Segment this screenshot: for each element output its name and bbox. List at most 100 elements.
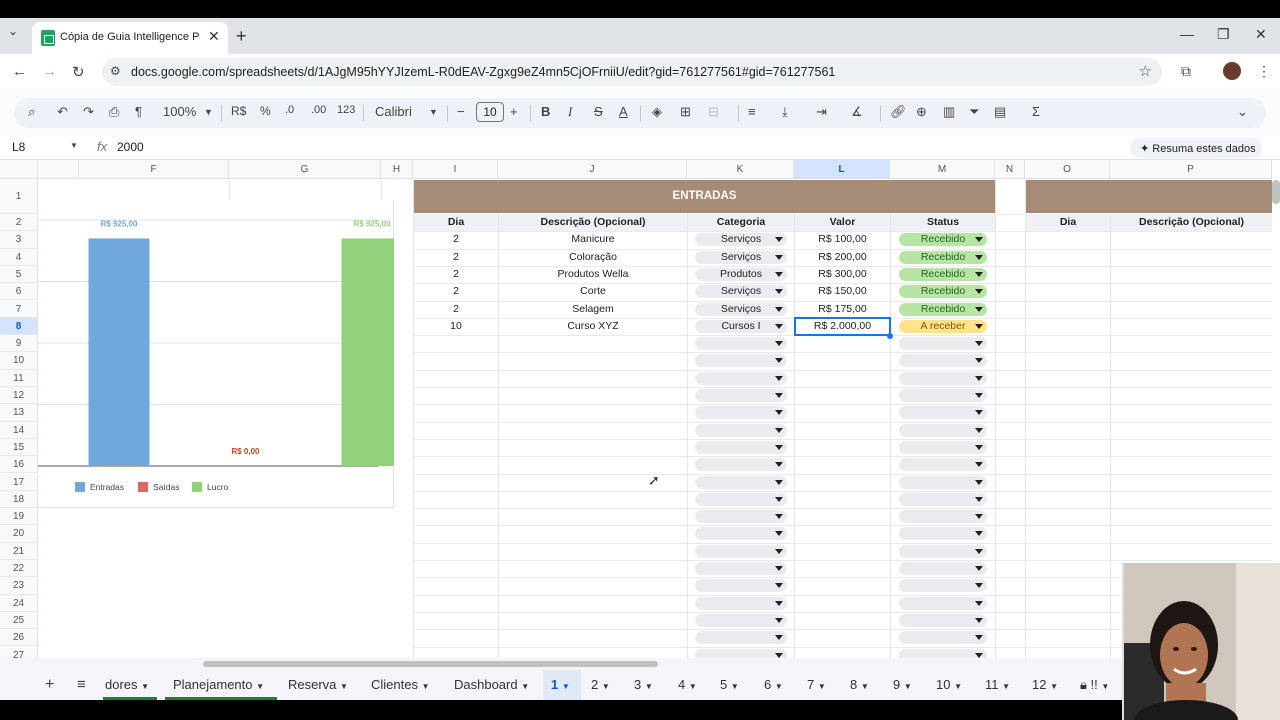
- categoria-dropdown[interactable]: [695, 389, 787, 402]
- categoria-dropdown[interactable]: Serviços: [695, 233, 787, 247]
- row-header[interactable]: 1: [0, 180, 38, 214]
- functions-icon[interactable]: Σ: [1032, 104, 1040, 119]
- chevron-down-icon[interactable]: ▼: [731, 682, 739, 691]
- name-box[interactable]: L8: [12, 140, 25, 154]
- chevron-down-icon[interactable]: ▼: [645, 682, 653, 691]
- fill-color-icon[interactable]: ◈: [652, 104, 662, 120]
- row-header[interactable]: 24: [0, 594, 38, 612]
- column-header[interactable]: I: [413, 160, 498, 179]
- column-header[interactable]: O: [1025, 160, 1110, 179]
- row-header[interactable]: 13: [0, 404, 38, 422]
- chevron-down-icon[interactable]: ▼: [1101, 682, 1109, 691]
- row-header[interactable]: 4: [0, 248, 38, 266]
- paint-format-icon[interactable]: ¶: [135, 104, 142, 119]
- row-header[interactable]: 15: [0, 438, 38, 457]
- sheet-tab[interactable]: 7 ▼: [799, 670, 837, 700]
- column-header-e[interactable]: [38, 160, 79, 179]
- chart-bar[interactable]: [341, 238, 403, 466]
- categoria-dropdown[interactable]: [695, 337, 787, 351]
- status-dropdown[interactable]: Recebido: [899, 267, 987, 281]
- sheet-tab[interactable]: 5 ▼: [712, 670, 750, 700]
- sheet-tab[interactable]: Clientes ▼: [363, 670, 441, 700]
- status-dropdown[interactable]: [899, 389, 987, 402]
- sheet-grid[interactable]: F G H I J K L M N O P 1 2 3 4 5 6 7 8 9 10 11 12 13 14 15 16 17 18 19…: [0, 160, 1280, 658]
- italic-button[interactable]: I: [568, 104, 572, 120]
- summarize-data-button[interactable]: ✦ Resuma estes dados: [1130, 138, 1262, 158]
- back-icon[interactable]: ←: [12, 63, 27, 80]
- restore-icon[interactable]: ❐: [1217, 26, 1230, 43]
- column-header[interactable]: M: [890, 160, 995, 179]
- chevron-down-icon[interactable]: ▼: [340, 682, 348, 691]
- sheet-tab[interactable]: 10 ▼: [928, 670, 972, 700]
- bold-button[interactable]: B: [541, 104, 550, 119]
- cell-dia[interactable]: 2: [414, 266, 498, 283]
- status-dropdown[interactable]: Recebido: [899, 233, 987, 247]
- insert-link-icon[interactable]: 🔗︎: [890, 104, 907, 120]
- percent-format-button[interactable]: %: [260, 104, 271, 118]
- status-dropdown[interactable]: Recebido: [899, 285, 987, 299]
- categoria-dropdown[interactable]: [695, 371, 787, 385]
- horizontal-align-icon[interactable]: ≡: [748, 104, 756, 119]
- more-formats-button[interactable]: 123: [337, 104, 355, 116]
- chevron-down-icon[interactable]: ▼: [602, 682, 610, 691]
- categoria-dropdown[interactable]: [695, 423, 787, 437]
- cell-dia[interactable]: 10: [414, 318, 498, 335]
- categoria-dropdown[interactable]: [695, 406, 787, 420]
- chevron-down-icon[interactable]: ▼: [954, 682, 962, 691]
- chevron-down-icon[interactable]: ▼: [689, 682, 697, 691]
- status-dropdown[interactable]: [899, 631, 987, 645]
- sheet-tab[interactable]: Dashboard ▼: [446, 670, 538, 700]
- categoria-dropdown[interactable]: [695, 527, 787, 541]
- sheet-tab[interactable]: 12 ▼: [1024, 670, 1068, 700]
- row-header[interactable]: 17: [0, 473, 38, 491]
- status-dropdown[interactable]: [899, 613, 987, 627]
- cell-descricao[interactable]: Coloração: [499, 249, 687, 266]
- cell-descricao[interactable]: Manicure: [499, 231, 687, 248]
- chevron-down-icon[interactable]: ▼: [904, 682, 912, 691]
- status-dropdown[interactable]: [899, 596, 987, 610]
- categoria-dropdown[interactable]: [695, 354, 787, 368]
- chevron-down-icon[interactable]: ▼: [562, 682, 570, 691]
- font-family-select[interactable]: Calibri: [375, 104, 412, 119]
- categoria-dropdown[interactable]: [695, 613, 787, 627]
- chevron-down-icon[interactable]: ▼: [422, 682, 430, 691]
- text-rotation-icon[interactable]: ∡: [851, 104, 863, 120]
- close-icon[interactable]: ✕: [208, 28, 220, 45]
- sheet-tab[interactable]: 3 ▼: [626, 670, 664, 700]
- chart-container[interactable]: R$ 925,00 R$ 0,00 R$ 925,00 Entradas Saídas L…: [38, 200, 403, 508]
- row-header[interactable]: 10: [0, 352, 38, 370]
- filter-icon[interactable]: ⏷: [969, 104, 979, 120]
- currency-format-button[interactable]: R$: [231, 104, 246, 118]
- column-header[interactable]: H: [381, 160, 413, 179]
- status-dropdown[interactable]: [899, 544, 987, 558]
- cell-valor[interactable]: R$ 100,00: [795, 231, 890, 248]
- reload-icon[interactable]: ↻: [72, 63, 85, 81]
- row-header[interactable]: 12: [0, 387, 38, 405]
- status-dropdown[interactable]: Recebido: [899, 250, 987, 264]
- categoria-dropdown[interactable]: [695, 475, 787, 489]
- column-header[interactable]: K: [687, 160, 794, 179]
- cell-valor[interactable]: R$ 175,00: [795, 301, 890, 318]
- vertical-scrollbar[interactable]: [1272, 180, 1280, 204]
- sheet-tab[interactable]: Planejamento ▼: [165, 670, 275, 700]
- row-header[interactable]: 9: [0, 335, 38, 353]
- categoria-dropdown[interactable]: Serviços: [695, 285, 787, 299]
- sheet-tab[interactable]: Reserva ▼: [280, 670, 358, 700]
- categoria-dropdown[interactable]: [695, 458, 787, 472]
- add-sheet-icon[interactable]: +: [45, 676, 54, 694]
- row-header[interactable]: 23: [0, 577, 38, 595]
- active-cell-selection[interactable]: [794, 316, 891, 336]
- status-dropdown[interactable]: [899, 423, 987, 437]
- status-dropdown[interactable]: [899, 510, 987, 524]
- status-dropdown[interactable]: [899, 527, 987, 541]
- name-box-dropdown-icon[interactable]: ▼: [70, 141, 78, 150]
- categoria-dropdown[interactable]: [695, 596, 787, 610]
- site-info-icon[interactable]: ⚙: [110, 64, 121, 78]
- categoria-dropdown[interactable]: [695, 510, 787, 524]
- status-dropdown[interactable]: [899, 648, 987, 658]
- bookmark-star-icon[interactable]: ☆: [1139, 62, 1152, 80]
- cell-dia[interactable]: 2: [414, 249, 498, 266]
- omnibox[interactable]: ⚙ docs.google.com/spreadsheets/d/1AJgM95…: [102, 58, 1162, 86]
- decrease-font-size-icon[interactable]: −: [457, 104, 465, 119]
- status-dropdown[interactable]: [899, 475, 987, 489]
